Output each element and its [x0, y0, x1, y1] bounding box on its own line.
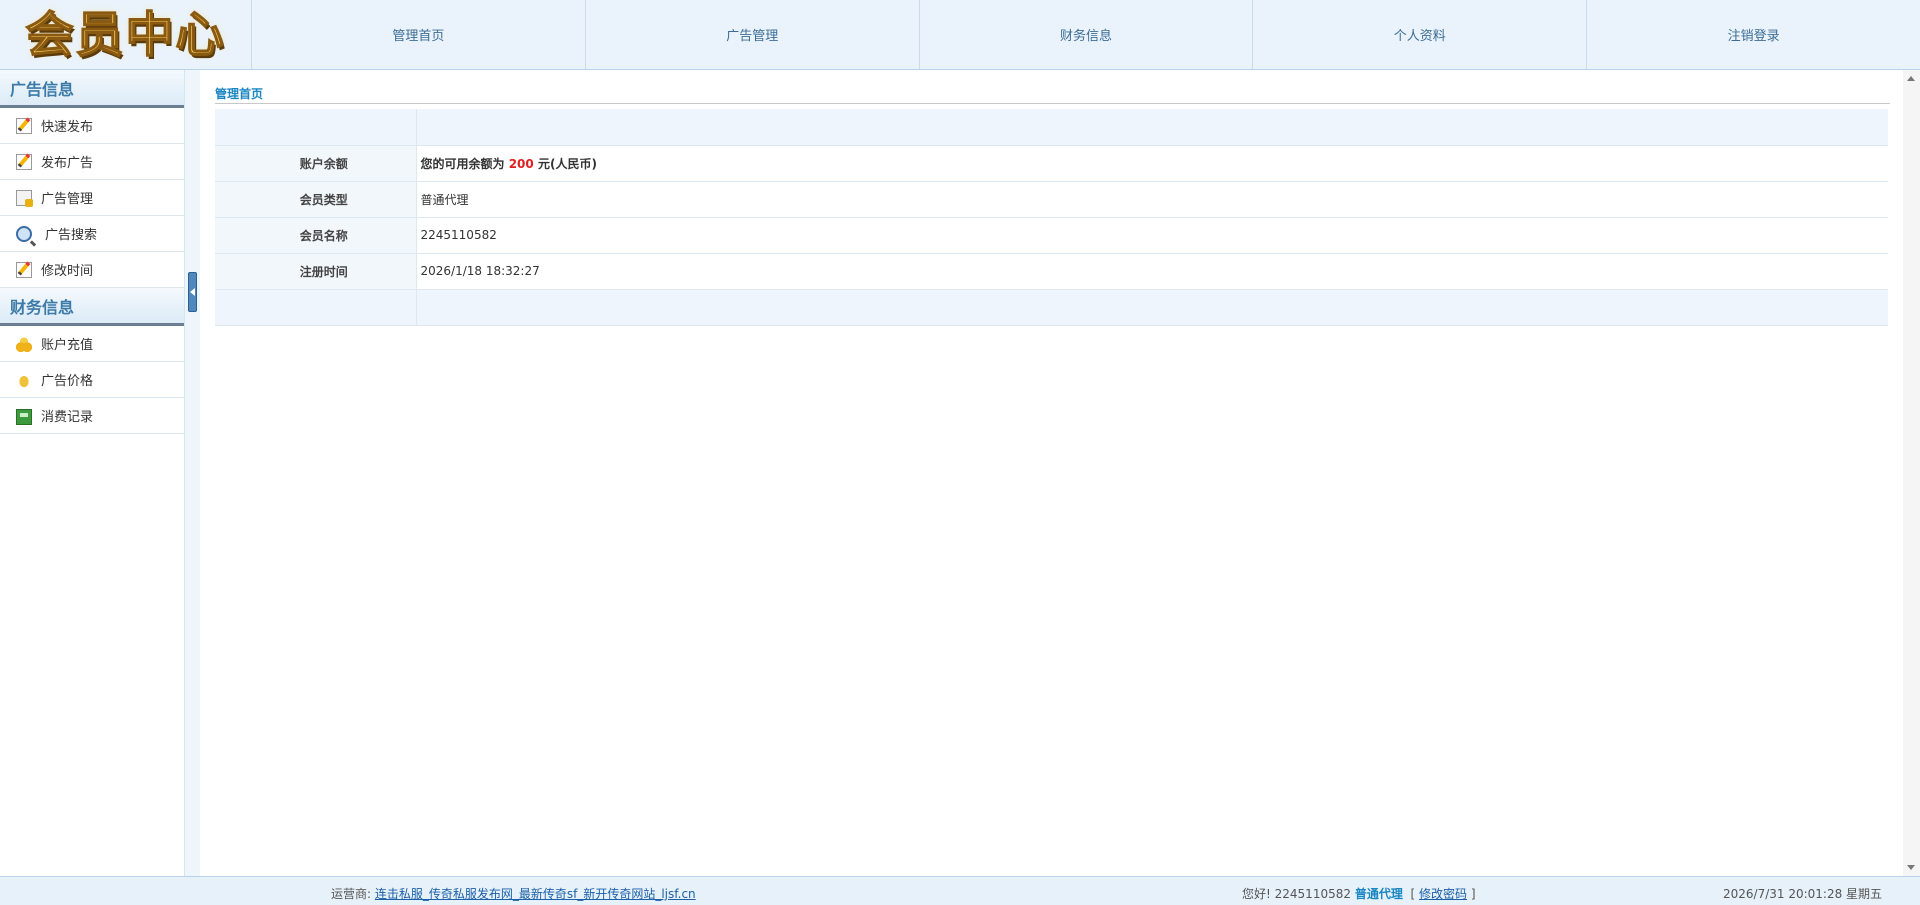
- nav-profile[interactable]: 个人资料: [1252, 0, 1586, 69]
- sidebar-item-label: 广告管理: [41, 192, 94, 207]
- scroll-down-icon[interactable]: [1907, 865, 1915, 870]
- footer-member-level: 普通代理: [1354, 887, 1403, 901]
- nav-home[interactable]: 管理首页: [252, 0, 585, 69]
- sidebar: 广告信息 快速发布 发布广告 广告管理 广告搜索 修改时间 财务信息 账户充值 …: [0, 70, 185, 876]
- sidebar-item-label: 修改时间: [41, 264, 94, 279]
- table-row-member-name: 会员名称 2245110582: [215, 217, 1888, 254]
- sidebar-item-label: 消费记录: [41, 410, 94, 425]
- main-nav: 管理首页 广告管理 财务信息 个人资料 注销登录: [252, 0, 1920, 69]
- logo: 会员中心: [0, 0, 252, 69]
- sidebar-item-ad-price[interactable]: 广告价格: [0, 362, 184, 398]
- sidebar-item-label: 快速发布: [41, 120, 94, 135]
- balance-suffix: 元(人民币): [537, 156, 597, 171]
- search-icon: [16, 225, 32, 242]
- sidebar-section-ad-info: 广告信息: [0, 70, 184, 108]
- sidebar-item-ad-management[interactable]: 广告管理: [0, 180, 184, 216]
- member-type-label: 会员类型: [215, 181, 417, 218]
- balance-label: 账户余额: [215, 145, 417, 182]
- bracket-open: [: [1410, 887, 1416, 901]
- member-name-value: 2245110582: [416, 217, 1888, 254]
- sidebar-item-quick-publish[interactable]: 快速发布: [0, 108, 184, 144]
- operator-link[interactable]: 连击私服_传奇私服发布网_最新传奇sf_新开传奇网站_ljsf.cn: [375, 887, 696, 901]
- card-icon: [16, 408, 32, 425]
- operator-label: 运营商:: [331, 887, 372, 901]
- register-time-label: 注册时间: [215, 253, 417, 290]
- sidebar-section-finance-info: 财务信息: [0, 288, 184, 326]
- nav-logout[interactable]: 注销登录: [1586, 0, 1920, 69]
- footer-user-info: 您好! 2245110582 普通代理 [ 修改密码 ]: [1242, 885, 1476, 902]
- sidebar-item-publish-ad[interactable]: 发布广告: [0, 144, 184, 180]
- footer-operator: 运营商: 连击私服_传奇私服发布网_最新传奇sf_新开传奇网站_ljsf.cn: [331, 885, 696, 902]
- logo-text: 会员中心: [25, 6, 226, 63]
- edit-icon: [16, 153, 32, 170]
- top-header: 会员中心 管理首页 广告管理 财务信息 个人资料 注销登录: [0, 0, 1920, 70]
- balance-amount: 200: [508, 156, 534, 171]
- sidebar-item-label: 发布广告: [41, 156, 94, 171]
- vertical-scrollbar[interactable]: [1903, 70, 1920, 876]
- member-type-value: 普通代理: [416, 181, 1888, 218]
- greeting: 您好!: [1242, 887, 1271, 901]
- account-info-table: 账户余额 您的可用余额为 200 元(人民币) 会员类型 普通代理 会员名称 2…: [215, 109, 1888, 326]
- register-time-value: 2026/1/18 18:32:27: [416, 253, 1888, 290]
- scroll-up-icon[interactable]: [1907, 76, 1915, 81]
- money-bag-icon: [16, 371, 32, 388]
- sidebar-item-label: 广告搜索: [45, 228, 98, 243]
- table-row-member-type: 会员类型 普通代理: [215, 181, 1888, 218]
- collapse-sidebar-button[interactable]: [188, 272, 197, 312]
- document-lock-icon: [16, 189, 33, 207]
- balance-prefix: 您的可用余额为: [420, 156, 505, 171]
- table-row-header: [215, 109, 1888, 146]
- table-row-footer: [215, 289, 1888, 326]
- nav-ad-management[interactable]: 广告管理: [584, 0, 919, 69]
- footer-datetime: 2026/7/31 20:01:28 星期五: [1723, 887, 1883, 901]
- sidebar-item-expense-records[interactable]: 消费记录: [0, 398, 184, 434]
- breadcrumb[interactable]: 管理首页: [215, 84, 1890, 104]
- sidebar-item-label: 广告价格: [41, 374, 94, 389]
- bracket-close: ]: [1470, 887, 1476, 901]
- sidebar-gutter: [185, 70, 200, 876]
- table-row-balance: 账户余额 您的可用余额为 200 元(人民币): [215, 145, 1888, 182]
- table-row-register-time: 注册时间 2026/1/18 18:32:27: [215, 253, 1888, 290]
- member-name-label: 会员名称: [215, 217, 417, 254]
- sidebar-item-modify-time[interactable]: 修改时间: [0, 252, 184, 288]
- sidebar-item-recharge[interactable]: 账户充值: [0, 326, 184, 362]
- coins-icon: [16, 335, 32, 352]
- balance-value: 您的可用余额为 200 元(人民币): [416, 145, 1888, 182]
- nav-finance[interactable]: 财务信息: [918, 0, 1253, 69]
- change-password-link[interactable]: 修改密码: [1419, 887, 1467, 901]
- main-content: 管理首页 账户余额 您的可用余额为 200 元(人民币) 会员类型 普通代理 会…: [215, 70, 1890, 876]
- edit-icon: [16, 261, 32, 278]
- edit-icon: [16, 117, 32, 134]
- footer-username: 2245110582: [1274, 887, 1351, 901]
- sidebar-item-ad-search[interactable]: 广告搜索: [0, 216, 184, 252]
- status-footer: 运营商: 连击私服_传奇私服发布网_最新传奇sf_新开传奇网站_ljsf.cn …: [0, 876, 1920, 905]
- sidebar-item-label: 账户充值: [41, 338, 94, 353]
